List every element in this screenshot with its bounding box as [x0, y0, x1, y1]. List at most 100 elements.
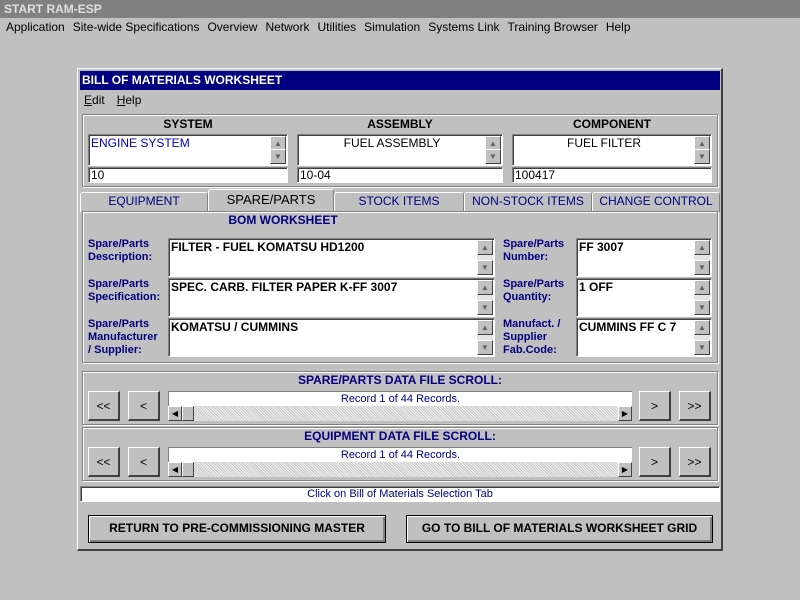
equipment-last-button[interactable]: >> — [679, 447, 711, 477]
assembly-value: FUEL ASSEMBLY — [343, 136, 441, 150]
menu-systems-link[interactable]: Systems Link — [424, 18, 503, 38]
description-value: FILTER - FUEL KOMATSU HD1200 — [171, 240, 365, 254]
equipment-scroll-title: EQUIPMENT DATA FILE SCROLL: — [304, 429, 496, 443]
app-title: START RAM-ESP — [4, 2, 102, 16]
spare-record-counter: Record 1 of 44 Records. — [168, 391, 632, 406]
menu-window-help[interactable]: Help — [117, 93, 142, 107]
menu-network[interactable]: Network — [261, 18, 313, 38]
scroll-left-icon[interactable]: ◀ — [168, 406, 182, 421]
scroll-up-icon[interactable]: ▲ — [694, 320, 710, 335]
menu-utilities[interactable]: Utilities — [313, 18, 360, 38]
menu-application[interactable]: Application — [2, 18, 69, 38]
spare-hscrollbar[interactable]: ◀ ▶ — [168, 406, 632, 421]
menu-training-browser[interactable]: Training Browser — [504, 18, 602, 38]
scroll-down-icon[interactable]: ▼ — [694, 260, 710, 275]
bom-tabs: EQUIPMENT SPARE/PARTS STOCK ITEMS NON-ST… — [80, 189, 720, 212]
scroll-thumb[interactable] — [182, 462, 194, 477]
scroll-up-icon[interactable]: ▲ — [694, 240, 710, 255]
scroll-thumb[interactable] — [182, 406, 194, 421]
system-code: 10 — [91, 168, 105, 182]
menu-edit[interactable]: Edit — [84, 93, 105, 107]
return-to-master-button[interactable]: RETURN TO PRE-COMMISSIONING MASTER — [88, 515, 386, 543]
assembly-code: 10-04 — [300, 168, 331, 182]
equipment-next-button[interactable]: > — [639, 447, 671, 477]
number-value: FF 3007 — [579, 240, 624, 254]
manufacturer-value: KOMATSU / CUMMINS — [171, 320, 299, 334]
app-menubar: Application Site-wide Specifications Ove… — [0, 18, 800, 38]
scroll-up-icon[interactable]: ▲ — [477, 280, 493, 295]
app-title-bar: START RAM-ESP — [0, 0, 800, 18]
fabcode-field[interactable]: CUMMINS FF C 7 ▲ ▼ — [576, 318, 712, 357]
description-scrollbar[interactable]: ▲ ▼ — [477, 240, 493, 275]
menu-help[interactable]: Help — [602, 18, 635, 38]
manufacturer-label: Spare/Parts Manufacturer / Supplier: — [88, 318, 158, 356]
manufacturer-field[interactable]: KOMATSU / CUMMINS ▲ ▼ — [168, 318, 495, 357]
go-to-grid-button[interactable]: GO TO BILL OF MATERIALS WORKSHEET GRID — [406, 515, 713, 543]
status-bar: Click on Bill of Materials Selection Tab — [80, 486, 720, 502]
number-label: Spare/Parts Number: — [503, 238, 565, 263]
spare-prev-button[interactable]: < — [128, 391, 160, 421]
manufacturer-scrollbar[interactable]: ▲ ▼ — [477, 320, 493, 355]
specification-field[interactable]: SPEC. CARB. FILTER PAPER K-FF 3007 ▲ ▼ — [168, 278, 495, 317]
system-listbox[interactable]: ENGINE SYSTEM ▲ ▼ — [88, 134, 288, 166]
system-scrollbar[interactable]: ▲ ▼ — [270, 136, 286, 164]
system-code-field[interactable]: 10 — [88, 167, 288, 183]
scroll-down-icon[interactable]: ▼ — [694, 300, 710, 315]
scroll-down-icon[interactable]: ▼ — [485, 149, 501, 164]
equipment-hscrollbar[interactable]: ◀ ▶ — [168, 462, 632, 477]
bom-worksheet-title: BOM WORKSHEET — [228, 213, 338, 227]
scroll-down-icon[interactable]: ▼ — [477, 260, 493, 275]
tab-stock-items[interactable]: STOCK ITEMS — [334, 192, 464, 212]
scroll-right-icon[interactable]: ▶ — [618, 462, 632, 477]
scroll-left-icon[interactable]: ◀ — [168, 462, 182, 477]
scroll-right-icon[interactable]: ▶ — [618, 406, 632, 421]
quantity-label: Spare/Parts Quantity: — [503, 278, 565, 303]
component-code-field[interactable]: 100417 — [512, 167, 712, 183]
scroll-down-icon[interactable]: ▼ — [477, 340, 493, 355]
component-scrollbar[interactable]: ▲ ▼ — [694, 136, 710, 164]
equipment-prev-button[interactable]: < — [128, 447, 160, 477]
specification-scrollbar[interactable]: ▲ ▼ — [477, 280, 493, 315]
tab-equipment[interactable]: EQUIPMENT — [80, 192, 208, 212]
tab-spare-parts[interactable]: SPARE/PARTS — [208, 189, 334, 212]
assembly-listbox[interactable]: FUEL ASSEMBLY ▲ ▼ — [297, 134, 503, 166]
scroll-down-icon[interactable]: ▼ — [694, 340, 710, 355]
scroll-up-icon[interactable]: ▲ — [477, 240, 493, 255]
specification-value: SPEC. CARB. FILTER PAPER K-FF 3007 — [171, 280, 398, 294]
equipment-first-button[interactable]: << — [88, 447, 120, 477]
menu-simulation[interactable]: Simulation — [360, 18, 424, 38]
scroll-up-icon[interactable]: ▲ — [477, 320, 493, 335]
fabcode-label: Manufact. / Supplier Fab.Code: — [503, 318, 561, 356]
fabcode-scrollbar[interactable]: ▲ ▼ — [694, 320, 710, 355]
description-label: Spare/Parts Description: — [88, 238, 153, 263]
scroll-up-icon[interactable]: ▲ — [694, 280, 710, 295]
fabcode-value: CUMMINS FF C 7 — [579, 320, 677, 334]
system-label: SYSTEM — [163, 117, 213, 131]
spare-first-button[interactable]: << — [88, 391, 120, 421]
spare-parts-scroll-title: SPARE/PARTS DATA FILE SCROLL: — [298, 373, 502, 387]
component-listbox[interactable]: FUEL FILTER ▲ ▼ — [512, 134, 712, 166]
spare-next-button[interactable]: > — [639, 391, 671, 421]
bom-worksheet-window: BILL OF MATERIALS WORKSHEET Edit Help SY… — [77, 68, 723, 551]
menu-site-wide-specifications[interactable]: Site-wide Specifications — [69, 18, 204, 38]
component-code: 100417 — [515, 168, 556, 182]
assembly-scrollbar[interactable]: ▲ ▼ — [485, 136, 501, 164]
quantity-field[interactable]: 1 OFF ▲ ▼ — [576, 278, 712, 317]
scroll-down-icon[interactable]: ▼ — [694, 149, 710, 164]
equipment-record-counter: Record 1 of 44 Records. — [168, 447, 632, 462]
status-text: Click on Bill of Materials Selection Tab — [307, 488, 493, 500]
system-value: ENGINE SYSTEM — [91, 136, 190, 150]
description-field[interactable]: FILTER - FUEL KOMATSU HD1200 ▲ ▼ — [168, 238, 495, 277]
specification-label: Spare/Parts Specification: — [88, 278, 161, 303]
quantity-scrollbar[interactable]: ▲ ▼ — [694, 280, 710, 315]
number-scrollbar[interactable]: ▲ ▼ — [694, 240, 710, 275]
assembly-code-field[interactable]: 10-04 — [297, 167, 503, 183]
scroll-down-icon[interactable]: ▼ — [477, 300, 493, 315]
scroll-down-icon[interactable]: ▼ — [270, 149, 286, 164]
tab-non-stock-items[interactable]: NON-STOCK ITEMS — [464, 192, 592, 212]
window-title-bar: BILL OF MATERIALS WORKSHEET — [80, 71, 720, 90]
number-field[interactable]: FF 3007 ▲ ▼ — [576, 238, 712, 277]
tab-change-control[interactable]: CHANGE CONTROL — [592, 192, 720, 212]
spare-last-button[interactable]: >> — [679, 391, 711, 421]
menu-overview[interactable]: Overview — [203, 18, 261, 38]
